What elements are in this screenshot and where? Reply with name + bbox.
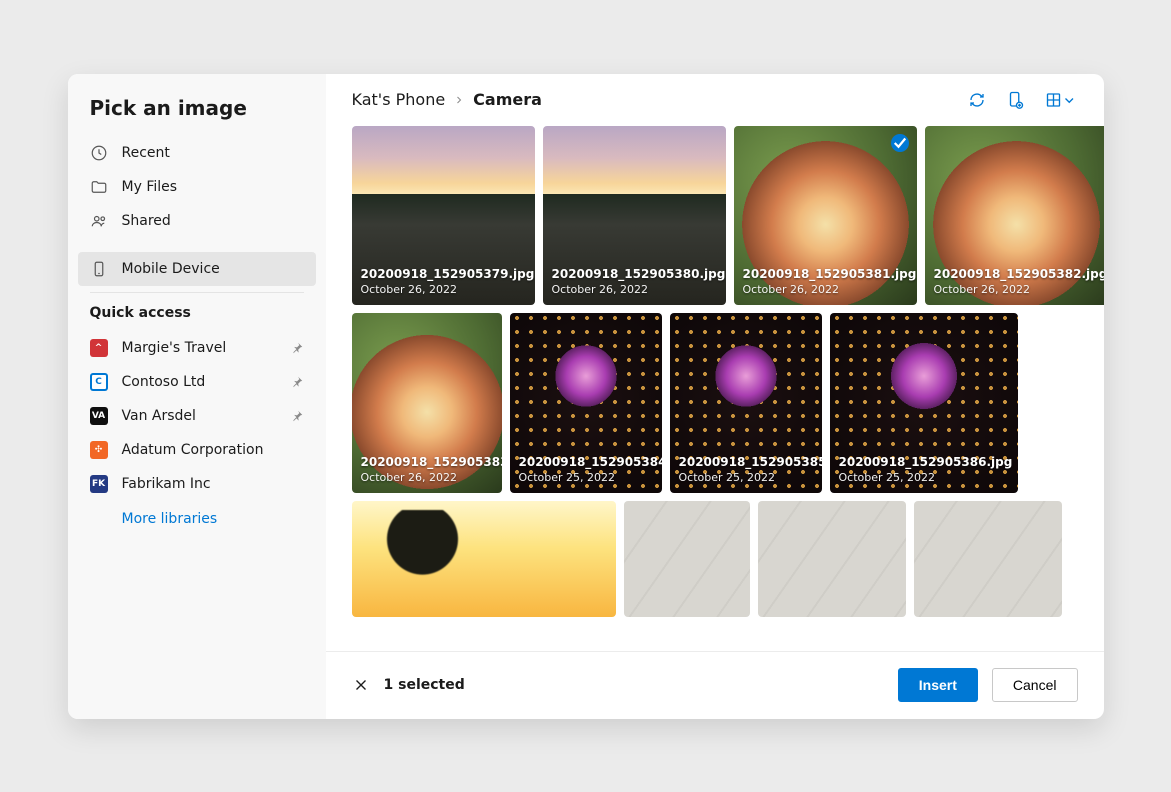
add-device-icon[interactable] [1006, 91, 1024, 109]
content-header: Kat's Phone Camera [326, 74, 1104, 126]
nav-mobile-device[interactable]: Mobile Device [78, 252, 316, 286]
library-logo-icon: C [90, 373, 108, 391]
quick-access-header: Quick access [78, 299, 316, 331]
thumbnail-date: October 26, 2022 [552, 283, 726, 298]
clock-icon [90, 144, 108, 162]
thumbnail-filename: 20200918_152905385.jpg [679, 454, 822, 470]
clear-selection-icon[interactable] [352, 676, 370, 694]
quick-access-item[interactable]: FK Fabrikam Inc [78, 467, 316, 501]
quick-access-item[interactable]: ^ Margie's Travel [78, 331, 316, 365]
thumbnail-caption: 20200918_152905379.jpg October 26, 2022 [361, 266, 535, 297]
quick-access-item[interactable]: VA Van Arsdel [78, 399, 316, 433]
library-logo-icon: FK [90, 475, 108, 493]
divider [90, 292, 304, 293]
image-thumbnail[interactable]: 20200918_152905380.jpg October 26, 2022 [543, 126, 726, 305]
breadcrumb: Kat's Phone Camera [352, 90, 960, 109]
header-actions [968, 91, 1078, 109]
selection-status: 1 selected [384, 677, 465, 693]
thumbnail-date: October 25, 2022 [519, 471, 662, 486]
sidebar: Pick an image Recent My Files Shared Mob… [68, 74, 326, 719]
thumbnail-filename: 20200918_152905381.jpg [743, 266, 917, 282]
thumbnail-caption: 20200918_152905383.jpg October 26, 2022 [361, 454, 502, 485]
nav-label: Mobile Device [122, 261, 220, 277]
dialog-title: Pick an image [78, 96, 316, 136]
cancel-button[interactable]: Cancel [992, 668, 1078, 702]
library-logo-icon: ^ [90, 339, 108, 357]
pin-icon[interactable] [290, 375, 304, 389]
image-picker-dialog: Pick an image Recent My Files Shared Mob… [68, 74, 1104, 719]
thumbnail-date: October 26, 2022 [361, 283, 535, 298]
nav-label: Shared [122, 213, 171, 229]
thumbnail-filename: 20200918_152905386.jpg [839, 454, 1013, 470]
breadcrumb-parent[interactable]: Kat's Phone [352, 90, 446, 109]
people-icon [90, 212, 108, 230]
thumbnail-caption: 20200918_152905384.jpg October 25, 2022 [519, 454, 662, 485]
image-grid: 20200918_152905379.jpg October 26, 2022 … [326, 126, 1104, 651]
thumbnail-date: October 25, 2022 [679, 471, 822, 486]
quick-access-item[interactable]: C Contoso Ltd [78, 365, 316, 399]
thumbnail-date: October 26, 2022 [934, 283, 1104, 298]
refresh-icon[interactable] [968, 91, 986, 109]
image-thumbnail[interactable] [914, 501, 1062, 617]
main-panel: Kat's Phone Camera 202 [326, 74, 1104, 719]
dialog-footer: 1 selected Insert Cancel [326, 651, 1104, 719]
image-thumbnail[interactable]: 20200918_152905386.jpg October 25, 2022 [830, 313, 1018, 493]
thumbnail-date: October 25, 2022 [839, 471, 1013, 486]
thumbnail-date: October 26, 2022 [361, 471, 502, 486]
image-thumbnail[interactable] [352, 501, 616, 617]
thumbnail-caption: 20200918_152905380.jpg October 26, 2022 [552, 266, 726, 297]
folder-icon [90, 178, 108, 196]
thumbnail-filename: 20200918_152905379.jpg [361, 266, 535, 282]
nav-myfiles[interactable]: My Files [78, 170, 316, 204]
thumbnail-filename: 20200918_152905380.jpg [552, 266, 726, 282]
image-thumbnail[interactable] [624, 501, 750, 617]
image-thumbnail[interactable]: 20200918_152905379.jpg October 26, 2022 [352, 126, 535, 305]
chevron-right-icon [453, 94, 465, 106]
insert-button[interactable]: Insert [898, 668, 978, 702]
phone-icon [90, 260, 108, 278]
nav-recent[interactable]: Recent [78, 136, 316, 170]
image-thumbnail[interactable]: 20200918_152905381.jpg October 26, 2022 [734, 126, 917, 305]
image-thumbnail[interactable] [758, 501, 906, 617]
image-thumbnail[interactable]: 20200918_152905384.jpg October 25, 2022 [510, 313, 662, 493]
thumbnail-caption: 20200918_152905385.jpg October 25, 2022 [679, 454, 822, 485]
image-thumbnail[interactable]: 20200918_152905382.jpg October 26, 2022 [925, 126, 1104, 305]
selected-check-icon [891, 134, 909, 152]
image-thumbnail[interactable]: 20200918_152905383.jpg October 26, 2022 [352, 313, 502, 493]
quick-access-label: Van Arsdel [122, 408, 196, 424]
thumbnail-filename: 20200918_152905384.jpg [519, 454, 662, 470]
thumbnail-caption: 20200918_152905381.jpg October 26, 2022 [743, 266, 917, 297]
library-logo-icon: ✣ [90, 441, 108, 459]
more-libraries-link[interactable]: More libraries [78, 501, 316, 527]
thumbnail-filename: 20200918_152905383.jpg [361, 454, 502, 470]
nav-label: Recent [122, 145, 170, 161]
library-logo-icon: VA [90, 407, 108, 425]
quick-access-label: Margie's Travel [122, 340, 227, 356]
thumbnail-filename: 20200918_152905382.jpg [934, 266, 1104, 282]
thumbnail-date: October 26, 2022 [743, 283, 917, 298]
thumbnail-caption: 20200918_152905382.jpg October 26, 2022 [934, 266, 1104, 297]
quick-access-label: Contoso Ltd [122, 374, 206, 390]
image-thumbnail[interactable]: 20200918_152905385.jpg October 25, 2022 [670, 313, 822, 493]
pin-icon[interactable] [290, 341, 304, 355]
breadcrumb-current: Camera [473, 90, 542, 109]
nav-label: My Files [122, 179, 178, 195]
pin-icon[interactable] [290, 409, 304, 423]
view-options-icon[interactable] [1044, 91, 1078, 109]
thumbnail-caption: 20200918_152905386.jpg October 25, 2022 [839, 454, 1013, 485]
quick-access-label: Adatum Corporation [122, 442, 264, 458]
quick-access-label: Fabrikam Inc [122, 476, 211, 492]
quick-access-item[interactable]: ✣ Adatum Corporation [78, 433, 316, 467]
nav-shared[interactable]: Shared [78, 204, 316, 238]
